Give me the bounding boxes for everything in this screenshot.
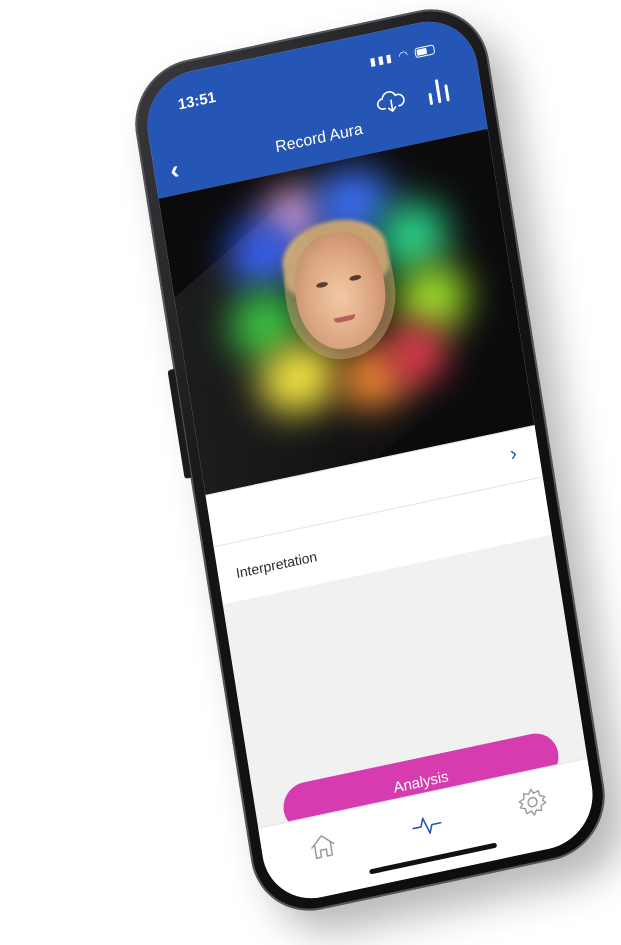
home-indicator — [369, 842, 498, 875]
interpretation-label: Interpretation — [234, 548, 319, 582]
phone-frame: 13:51 ▮▮▮ ◠ ‹ Record Aura › Interpretati… — [126, 0, 614, 923]
product-photo-stage: 13:51 ▮▮▮ ◠ ‹ Record Aura › Interpretati… — [0, 0, 621, 945]
wifi-icon: ◠ — [397, 48, 411, 63]
status-time: 13:51 — [176, 88, 218, 114]
app-screen: 13:51 ▮▮▮ ◠ ‹ Record Aura › Interpretati… — [140, 12, 600, 908]
pulse-icon[interactable] — [407, 804, 446, 845]
chevron-right-icon: › — [508, 442, 519, 466]
right-eye — [349, 274, 362, 282]
home-icon[interactable] — [304, 826, 343, 867]
battery-icon — [414, 44, 436, 59]
gear-icon[interactable] — [513, 782, 552, 823]
status-icons: ▮▮▮ ◠ — [369, 42, 436, 69]
bar-chart-icon[interactable] — [423, 74, 453, 107]
signal-icon: ▮▮▮ — [369, 51, 395, 69]
